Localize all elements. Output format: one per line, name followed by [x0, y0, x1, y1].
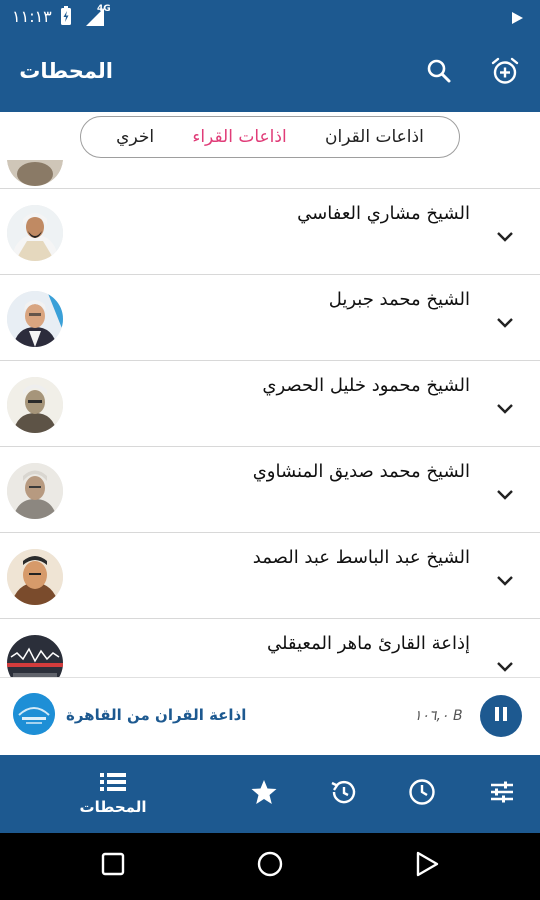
- avatar: [7, 377, 63, 433]
- history-icon: [329, 778, 357, 810]
- pause-icon: [492, 705, 510, 727]
- station-name: الشيخ عبد الباسط عبد الصمد: [252, 547, 470, 568]
- player-frequency: ١٠٦,٠ B: [414, 708, 463, 724]
- avatar: [7, 205, 63, 261]
- station-name: إذاعة القارئ ماهر المعيقلي: [266, 633, 470, 654]
- tune-icon: [488, 778, 516, 810]
- app-bar: المحطات: [0, 34, 540, 112]
- search-icon: [426, 58, 452, 88]
- search-button[interactable]: [422, 56, 456, 90]
- nav-stations[interactable]: المحطات: [72, 755, 154, 833]
- chevron-down-icon[interactable]: [494, 397, 516, 419]
- filter-segment: اذاعات القران اذاعات القراء اخري: [80, 116, 460, 158]
- list-item[interactable]: الشيخ محمود خليل الحصري: [0, 360, 540, 446]
- recents-button[interactable]: [98, 851, 128, 881]
- mini-player[interactable]: اذاعة القران من القاهرة ١٠٦,٠ B: [0, 677, 540, 755]
- home-button[interactable]: [255, 851, 285, 881]
- network-type-label: 4G: [97, 4, 111, 14]
- list-item[interactable]: الشيخ عبد الباسط عبد الصمد: [0, 532, 540, 618]
- list-item[interactable]: إذاعة القارئ ماهر المعيقلي: [0, 618, 540, 677]
- nav-stations-label: المحطات: [79, 798, 147, 816]
- circle-icon: [256, 850, 284, 882]
- nav-history[interactable]: [321, 755, 365, 833]
- stations-list[interactable]: الشيخ مشاري العفاسي الشيخ محمد جبريل الش…: [0, 160, 540, 677]
- list-icon: [100, 772, 126, 796]
- system-navigation-bar: [0, 833, 540, 900]
- triangle-icon: [414, 850, 440, 882]
- chevron-down-icon[interactable]: [494, 225, 516, 247]
- list-item[interactable]: الشيخ محمد صديق المنشاوي: [0, 446, 540, 532]
- list-item[interactable]: الشيخ محمد جبريل: [0, 274, 540, 360]
- station-name: الشيخ محمد صديق المنشاوي: [252, 461, 470, 482]
- alarm-button[interactable]: [488, 56, 522, 90]
- chevron-down-icon[interactable]: [494, 311, 516, 333]
- chevron-down-icon[interactable]: [494, 569, 516, 591]
- station-name: الشيخ مشاري العفاسي: [297, 203, 470, 224]
- play-status-icon: [510, 10, 524, 29]
- nav-favorites[interactable]: [242, 755, 286, 833]
- avatar: [7, 635, 63, 677]
- avatar: [7, 291, 63, 347]
- station-logo: [13, 693, 55, 735]
- page-title: المحطات: [19, 59, 113, 83]
- clock-icon: [408, 778, 436, 810]
- player-station-title: اذاعة القران من القاهرة: [66, 706, 247, 724]
- chevron-down-icon[interactable]: [494, 483, 516, 505]
- avatar: [7, 463, 63, 519]
- filter-quran-stations[interactable]: اذاعات القران: [325, 127, 424, 147]
- list-item[interactable]: الشيخ مشاري العفاسي: [0, 188, 540, 274]
- pause-button[interactable]: [480, 695, 522, 737]
- back-button[interactable]: [412, 851, 442, 881]
- status-bar: ١١:١٣ 4G: [0, 0, 540, 34]
- star-icon: [250, 778, 278, 810]
- filter-other[interactable]: اخري: [116, 127, 154, 147]
- list-item-partial[interactable]: [0, 160, 540, 188]
- avatar: [7, 160, 63, 186]
- square-icon: [101, 852, 125, 880]
- battery-charging-icon: [60, 6, 72, 30]
- filter-reciters-stations[interactable]: اذاعات القراء: [192, 127, 286, 147]
- alarm-add-icon: [490, 56, 520, 90]
- chevron-down-icon[interactable]: [494, 655, 516, 677]
- status-time: ١١:١٣: [12, 7, 52, 26]
- avatar: [7, 549, 63, 605]
- nav-equalizer[interactable]: [480, 755, 524, 833]
- station-name: الشيخ محمود خليل الحصري: [262, 375, 470, 396]
- bottom-nav: المحطات: [0, 755, 540, 833]
- station-name: الشيخ محمد جبريل: [328, 289, 470, 310]
- nav-alarm[interactable]: [400, 755, 444, 833]
